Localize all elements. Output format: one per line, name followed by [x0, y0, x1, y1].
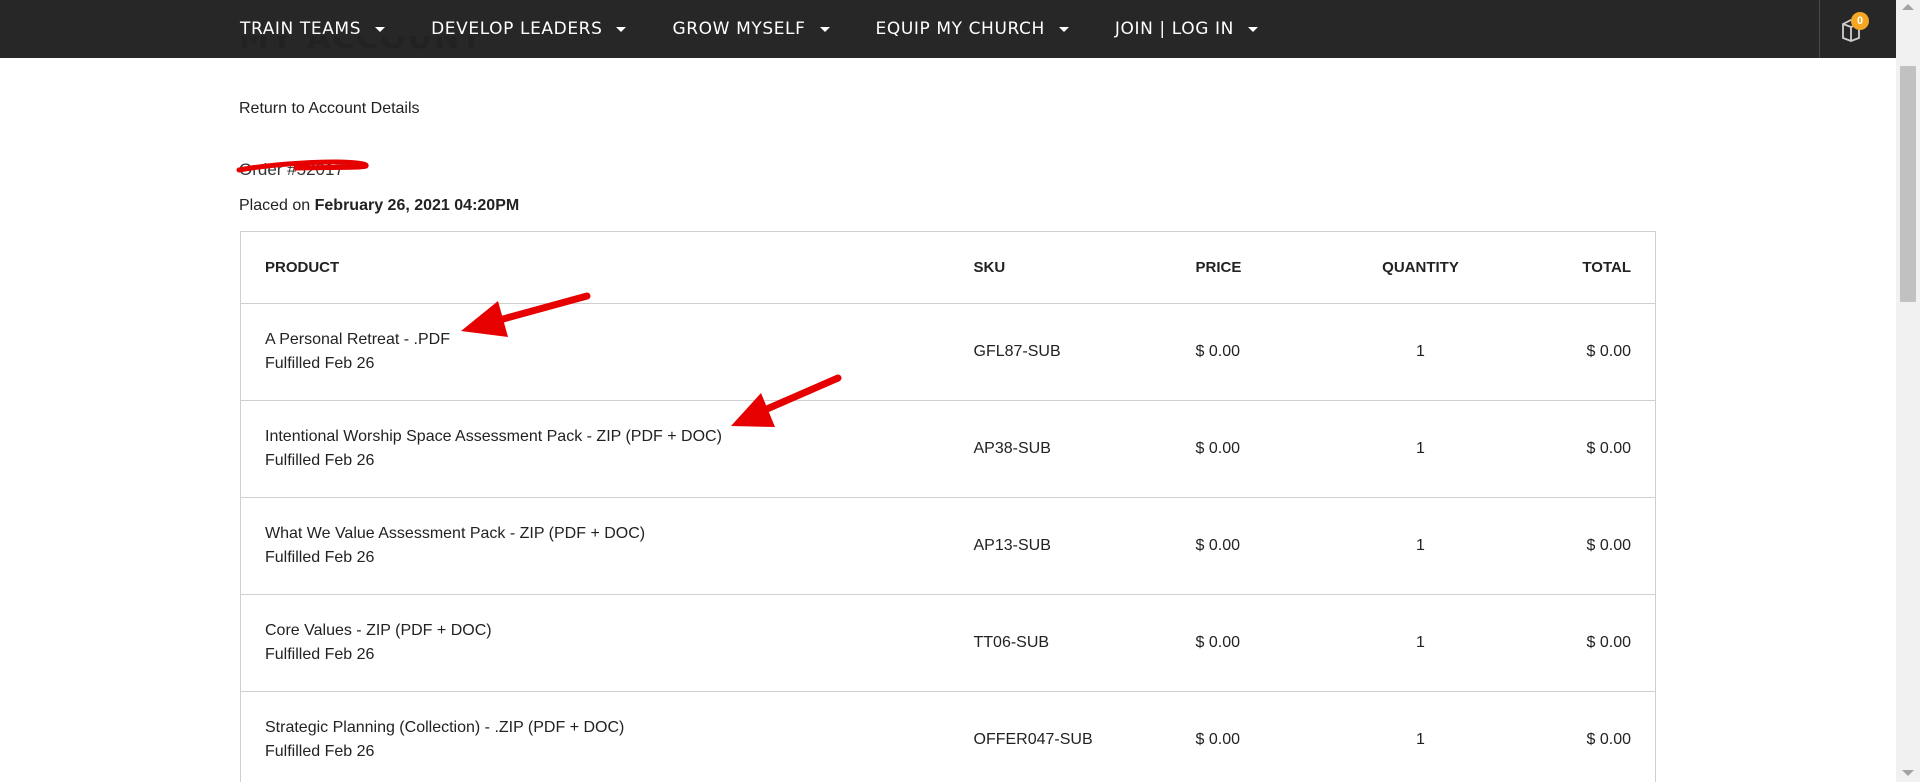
table-row: Core Values - ZIP (PDF + DOC) Fulfilled … — [240, 594, 1656, 692]
column-header-price: PRICE — [1195, 231, 1346, 304]
sku-cell: TT06-SUB — [973, 594, 1196, 692]
column-header-total: TOTAL — [1495, 231, 1656, 304]
column-header-sku: SKU — [973, 231, 1196, 304]
total-cell: $ 0.00 — [1495, 303, 1656, 401]
table-header-row: PRODUCT SKU PRICE QUANTITY TOTAL — [240, 231, 1656, 304]
quantity-cell: 1 — [1345, 400, 1496, 498]
sku-cell: AP13-SUB — [973, 497, 1196, 595]
sku-cell: AP38-SUB — [973, 400, 1196, 498]
caret-down-icon — [1058, 26, 1069, 32]
price-cell: $ 0.00 — [1195, 400, 1346, 498]
fulfillment-status: Fulfilled Feb 26 — [265, 549, 375, 566]
redaction-scribble — [236, 159, 369, 173]
sku-cell: OFFER047-SUB — [973, 691, 1196, 782]
nav-item-equip-my-church[interactable]: EQUIP MY CHURCH — [876, 19, 1069, 39]
placed-on-label: Placed on — [239, 197, 311, 214]
return-to-account-link[interactable]: Return to Account Details — [239, 100, 420, 118]
product-cell: A Personal Retreat - .PDF Fulfilled Feb … — [240, 303, 974, 401]
order-placed-date: Placed on February 26, 2021 04:20PM — [239, 197, 519, 215]
caret-down-icon — [616, 26, 627, 32]
quantity-cell: 1 — [1345, 303, 1496, 401]
placed-on-date: February 26, 2021 04:20PM — [314, 197, 520, 214]
caret-down-icon — [1247, 26, 1258, 32]
table-row: What We Value Assessment Pack - ZIP (PDF… — [240, 497, 1656, 595]
price-cell: $ 0.00 — [1195, 594, 1346, 692]
caret-down-icon — [375, 26, 386, 32]
product-name: Core Values - ZIP (PDF + DOC) — [265, 622, 492, 639]
table-row: Strategic Planning (Collection) - .ZIP (… — [240, 691, 1656, 782]
nav-item-label: GROW MYSELF — [672, 19, 806, 39]
fulfillment-status: Fulfilled Feb 26 — [265, 743, 375, 760]
table-row: Intentional Worship Space Assessment Pac… — [240, 400, 1656, 498]
table-row: A Personal Retreat - .PDF Fulfilled Feb … — [240, 303, 1656, 401]
product-cell: What We Value Assessment Pack - ZIP (PDF… — [240, 497, 974, 595]
nav-item-grow-myself[interactable]: GROW MYSELF — [672, 19, 830, 39]
product-cell: Intentional Worship Space Assessment Pac… — [240, 400, 974, 498]
fulfillment-status: Fulfilled Feb 26 — [265, 646, 375, 663]
price-cell: $ 0.00 — [1195, 497, 1346, 595]
total-cell: $ 0.00 — [1495, 400, 1656, 498]
order-items-table: PRODUCT SKU PRICE QUANTITY TOTAL A Perso… — [240, 231, 1656, 782]
column-header-product: PRODUCT — [240, 231, 974, 304]
total-cell: $ 0.00 — [1495, 594, 1656, 692]
fulfillment-status: Fulfilled Feb 26 — [265, 355, 375, 372]
product-cell: Core Values - ZIP (PDF + DOC) Fulfilled … — [240, 594, 974, 692]
product-cell: Strategic Planning (Collection) - .ZIP (… — [240, 691, 974, 782]
page-scrollbar[interactable] — [1896, 0, 1920, 782]
scrollbar-thumb[interactable] — [1900, 66, 1916, 302]
nav-item-label: EQUIP MY CHURCH — [875, 19, 1045, 39]
nav-item-label: JOIN | LOG IN — [1114, 19, 1234, 39]
product-name: A Personal Retreat - .PDF — [265, 331, 450, 348]
column-header-quantity: QUANTITY — [1345, 231, 1496, 304]
scroll-up-arrow-icon[interactable] — [1902, 4, 1914, 10]
nav-divider — [1819, 0, 1820, 58]
quantity-cell: 1 — [1345, 691, 1496, 782]
product-name: What We Value Assessment Pack - ZIP (PDF… — [265, 525, 646, 542]
product-name: Strategic Planning (Collection) - .ZIP (… — [265, 719, 625, 736]
caret-down-icon — [819, 26, 830, 32]
nav-item-join-log-in[interactable]: JOIN | LOG IN — [1115, 19, 1258, 39]
scroll-down-arrow-icon[interactable] — [1902, 770, 1914, 776]
price-cell: $ 0.00 — [1195, 303, 1346, 401]
fulfillment-status: Fulfilled Feb 26 — [265, 452, 375, 469]
cart-count-badge: 0 — [1851, 12, 1869, 30]
total-cell: $ 0.00 — [1495, 691, 1656, 782]
price-cell: $ 0.00 — [1195, 691, 1346, 782]
page-title: MY ACCOUNT — [239, 36, 484, 56]
total-cell: $ 0.00 — [1495, 497, 1656, 595]
product-name: Intentional Worship Space Assessment Pac… — [265, 428, 722, 445]
quantity-cell: 1 — [1345, 497, 1496, 595]
quantity-cell: 1 — [1345, 594, 1496, 692]
sku-cell: GFL87-SUB — [973, 303, 1196, 401]
